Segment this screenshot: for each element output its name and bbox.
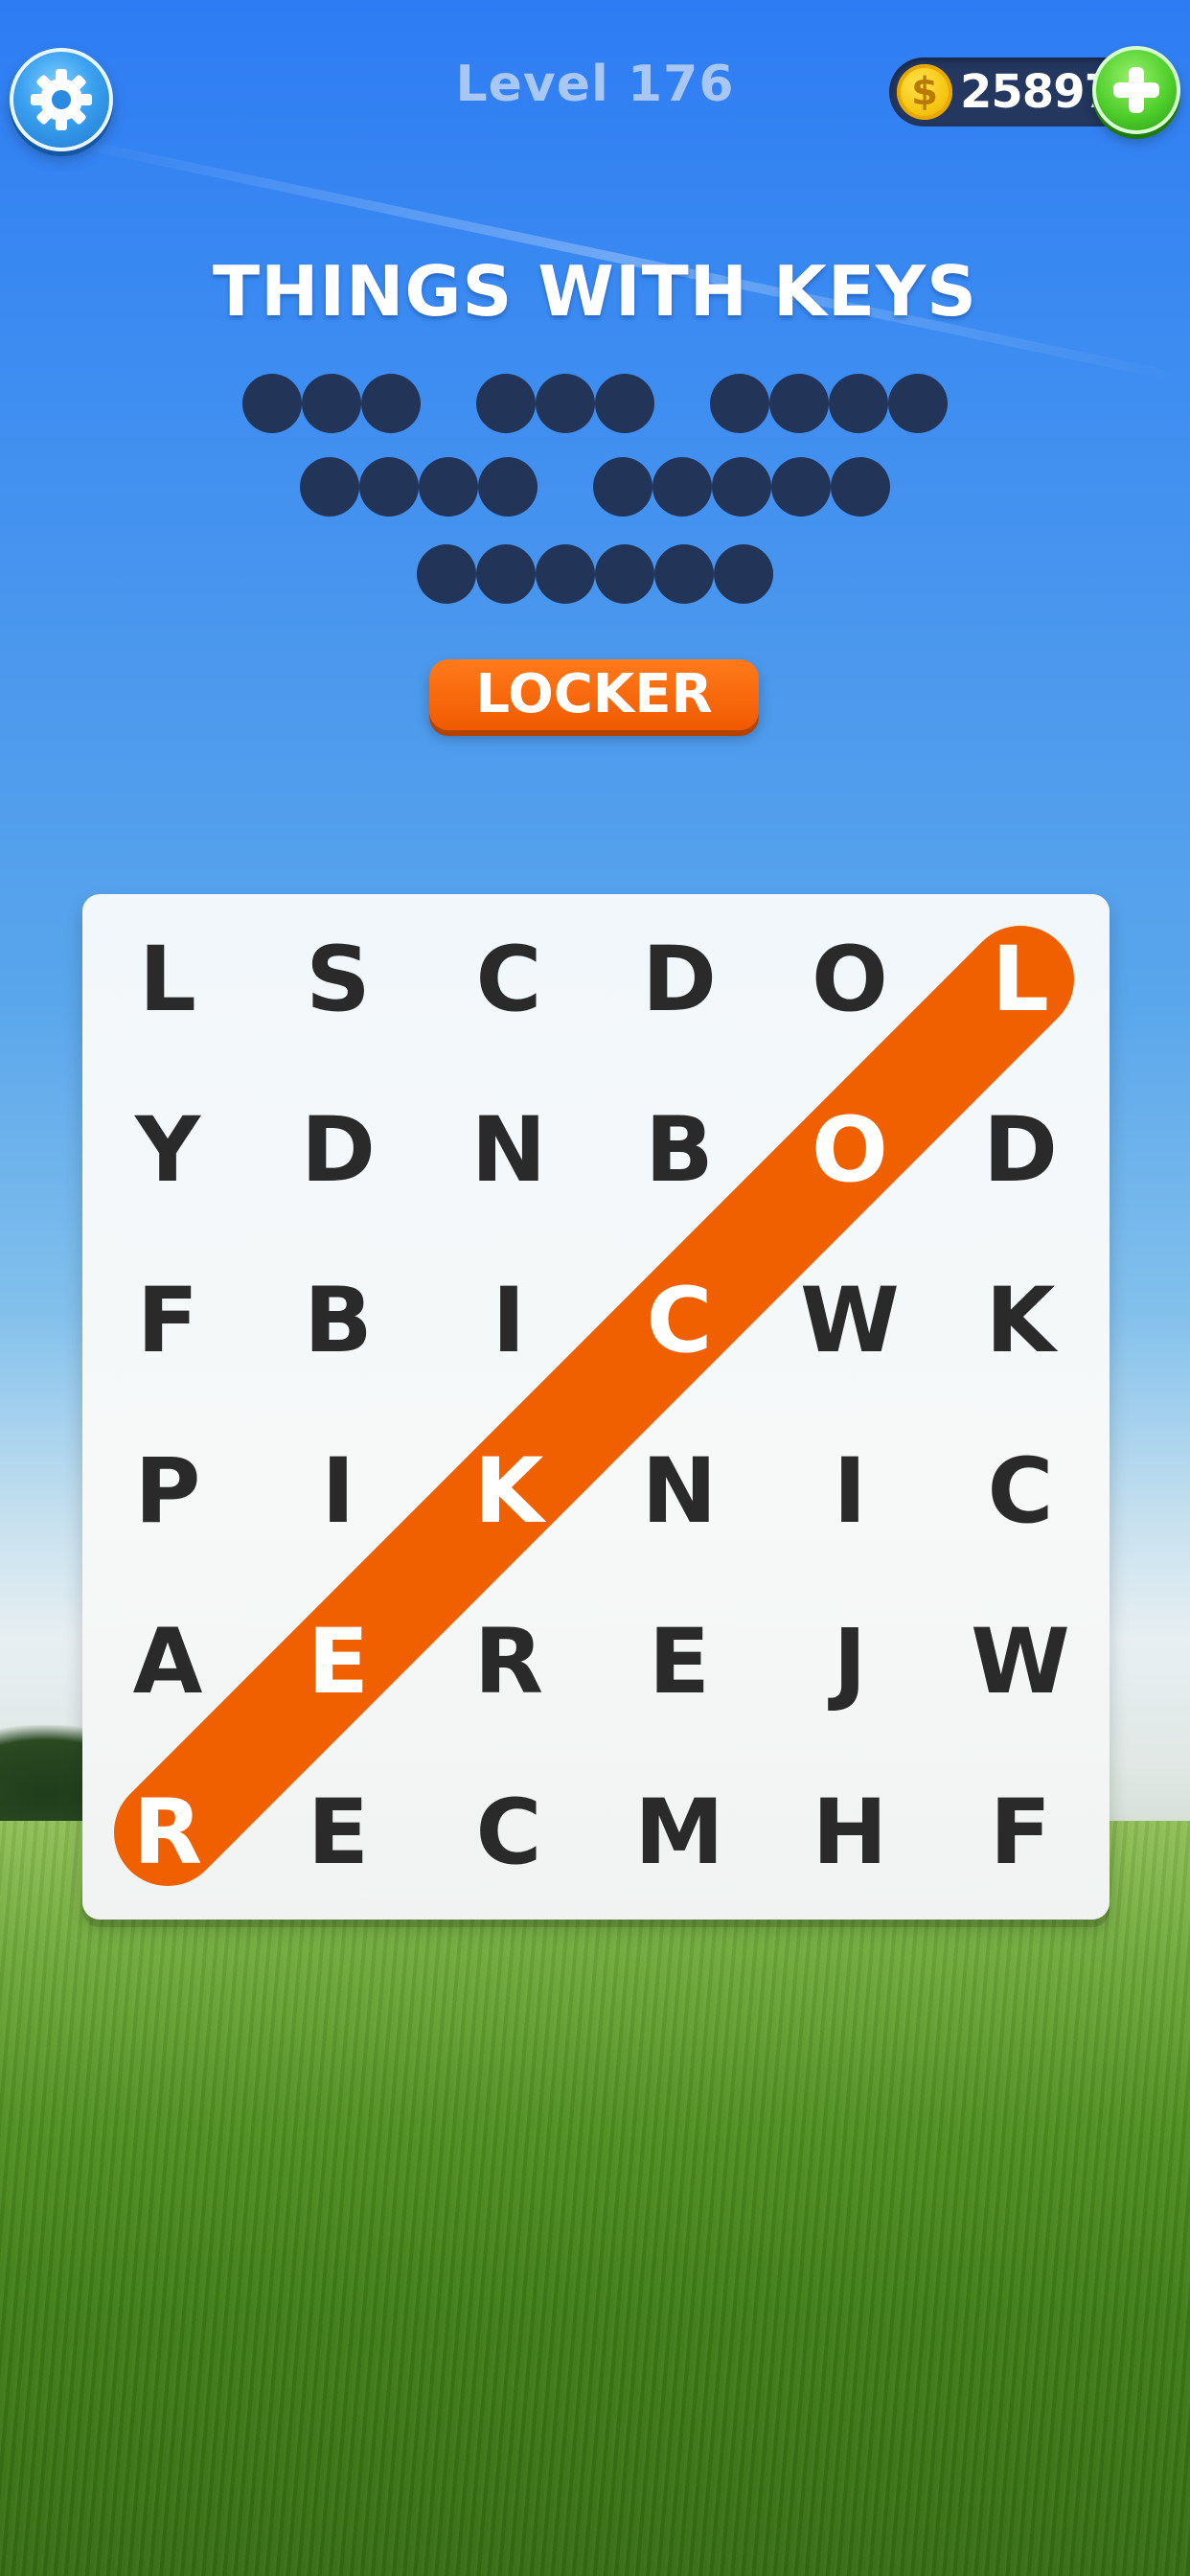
- hidden-letter-dot: [595, 544, 654, 604]
- hidden-letter-dot: [769, 374, 829, 433]
- grid-cell[interactable]: O: [765, 894, 935, 1065]
- grid-cell[interactable]: D: [253, 1065, 423, 1235]
- hidden-letter-dot: [710, 374, 769, 433]
- grid-cell[interactable]: I: [253, 1406, 423, 1576]
- grid-cell[interactable]: E: [253, 1576, 423, 1747]
- found-word-badge: LOCKER: [429, 659, 759, 730]
- hidden-letter-dot: [831, 457, 890, 517]
- grid-cell[interactable]: I: [765, 1406, 935, 1576]
- letter-grid[interactable]: LSCDOLYDNBODFBICWKPIKNICAEREJWRECMHF: [82, 894, 1110, 1920]
- grid-cell[interactable]: A: [82, 1576, 253, 1747]
- grid-cell[interactable]: Y: [82, 1065, 253, 1235]
- hidden-letter-dot: [771, 457, 831, 517]
- grid-cell[interactable]: K: [935, 1235, 1106, 1406]
- hidden-letter-dot: [654, 544, 714, 604]
- grid-cell[interactable]: E: [594, 1576, 765, 1747]
- hidden-letter-dot: [593, 457, 652, 517]
- grid-cell[interactable]: C: [594, 1235, 765, 1406]
- grid-cell[interactable]: R: [423, 1576, 594, 1747]
- grid-cell[interactable]: H: [765, 1747, 935, 1918]
- hidden-letter-dot: [652, 457, 712, 517]
- grid-cell[interactable]: I: [423, 1235, 594, 1406]
- grid-cell[interactable]: L: [82, 894, 253, 1065]
- hidden-letter-dot: [300, 457, 359, 517]
- grid-cell[interactable]: R: [82, 1747, 253, 1918]
- grid-cell[interactable]: C: [423, 894, 594, 1065]
- grid-cell[interactable]: B: [253, 1235, 423, 1406]
- hidden-letter-dot: [476, 544, 536, 604]
- grid-cell[interactable]: L: [935, 894, 1106, 1065]
- hidden-letter-dot: [478, 457, 538, 517]
- hidden-letter-dot: [714, 544, 773, 604]
- category-title: THINGS WITH KEYS: [212, 251, 978, 332]
- hidden-letter-dot: [359, 457, 419, 517]
- grid-cell[interactable]: C: [423, 1747, 594, 1918]
- grid-cell[interactable]: N: [423, 1065, 594, 1235]
- grid-cell[interactable]: W: [765, 1235, 935, 1406]
- hidden-letter-dot: [888, 374, 948, 433]
- hidden-letter-dot: [536, 374, 595, 433]
- grid-cell[interactable]: B: [594, 1065, 765, 1235]
- hidden-letter-dot: [712, 457, 771, 517]
- grid-cell[interactable]: E: [253, 1747, 423, 1918]
- hidden-letter-dot: [417, 544, 476, 604]
- hidden-letter-dot: [476, 374, 536, 433]
- grid-cell[interactable]: J: [765, 1576, 935, 1747]
- hidden-letter-dot: [242, 374, 302, 433]
- grid-cell[interactable]: P: [82, 1406, 253, 1576]
- hidden-letter-dot: [536, 544, 595, 604]
- grid-cell[interactable]: W: [935, 1576, 1106, 1747]
- hidden-letter-dot: [419, 457, 478, 517]
- hidden-letter-dot: [595, 374, 654, 433]
- coin-icon: $: [897, 64, 952, 120]
- grid-cell[interactable]: D: [594, 894, 765, 1065]
- grid-cell[interactable]: S: [253, 894, 423, 1065]
- hidden-letter-dot: [829, 374, 888, 433]
- add-coins-button[interactable]: [1092, 46, 1180, 134]
- hidden-letter-dot: [361, 374, 421, 433]
- grid-cell[interactable]: C: [935, 1406, 1106, 1576]
- hidden-letter-dot: [302, 374, 361, 433]
- grid-cell[interactable]: K: [423, 1406, 594, 1576]
- grid-cell[interactable]: N: [594, 1406, 765, 1576]
- grid-cell[interactable]: F: [82, 1235, 253, 1406]
- grid-cell[interactable]: D: [935, 1065, 1106, 1235]
- grid-cell[interactable]: M: [594, 1747, 765, 1918]
- grid-cell[interactable]: F: [935, 1747, 1106, 1918]
- grid-cell[interactable]: O: [765, 1065, 935, 1235]
